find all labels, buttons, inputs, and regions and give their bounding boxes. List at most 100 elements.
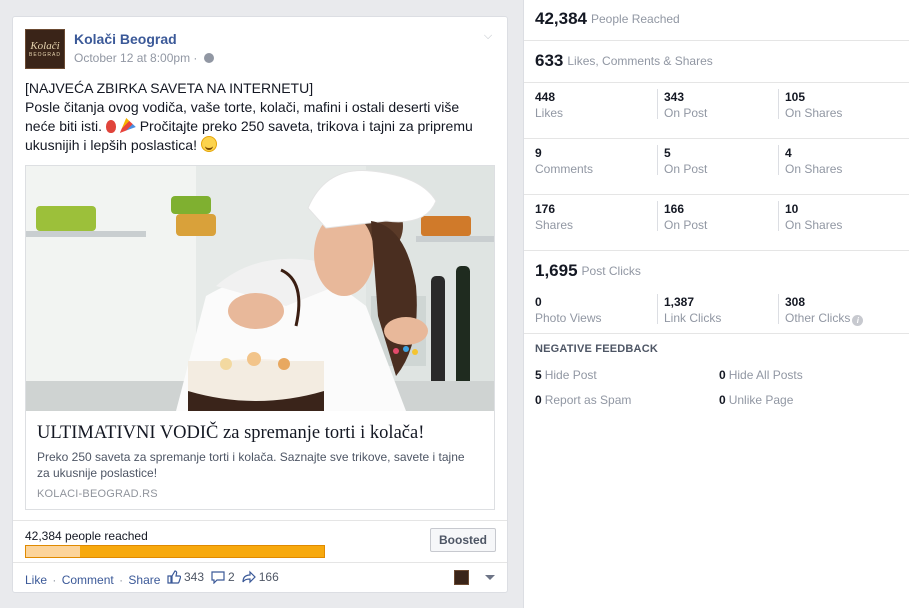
likes-count[interactable]: 343	[184, 570, 204, 584]
link-description: Preko 250 saveta za spremanje torti i ko…	[37, 450, 465, 480]
comments-count[interactable]: 2	[228, 570, 235, 584]
feedback-label: Unlike Page	[728, 393, 794, 407]
negative-feedback-title: NEGATIVE FEEDBACK	[535, 343, 658, 355]
stat-label: On Shares	[785, 106, 843, 120]
page-name-link[interactable]: Kolači Beograd	[74, 31, 177, 47]
stat-number: 5	[664, 146, 671, 160]
feedback-label: Report as Spam	[544, 393, 632, 407]
clicks-label: Post Clicks	[581, 264, 641, 278]
stat-label: Photo Views	[535, 311, 602, 325]
party-popper-icon	[119, 118, 136, 133]
stat-label-text: Other Clicks	[785, 311, 851, 325]
message-fragment: Pročitajte preko 250 saveta, trikova i t…	[139, 118, 473, 134]
stat-number: 9	[535, 146, 542, 160]
engagement-counts: 343 2 166	[167, 570, 283, 584]
like-link[interactable]: Like	[25, 573, 47, 587]
stat-cell: 343 On Post	[657, 89, 708, 120]
timestamp-text: October 12 at 8:00pm	[74, 51, 191, 65]
globe-icon	[203, 53, 214, 63]
negative-feedback-item: 0 Report as Spam	[535, 393, 631, 407]
stat-number: 176	[535, 202, 556, 216]
separator: ·	[52, 573, 57, 587]
feedback-count: 0	[719, 393, 726, 407]
comment-icon[interactable]	[211, 570, 225, 584]
reach-progress-bar[interactable]	[25, 545, 325, 558]
post-card: Kolači BEOGRAD Kolači Beograd October 12…	[12, 16, 508, 593]
negative-feedback-item: 0 Hide All Posts	[719, 368, 803, 382]
feedback-count: 5	[535, 368, 542, 382]
clicks-breakdown-row: 0 Photo Views 1,387 Link Clicks 308 Other C…	[524, 280, 909, 334]
stat-number: 308	[785, 295, 806, 309]
stat-label: On Post	[664, 218, 708, 232]
negative-feedback-item: 5 Hide Post	[535, 368, 597, 382]
link-title[interactable]: ULTIMATIVNI VODIČ za spremanje torti i k…	[37, 423, 424, 444]
stat-number: 4	[785, 146, 792, 160]
reach-row: 42,384 people reached Boosted	[13, 520, 507, 562]
stat-number: 448	[535, 90, 556, 104]
stat-label: Other Clicks i	[785, 310, 864, 326]
feedback-count: 0	[535, 393, 542, 407]
reach-label: 42,384 people reached	[25, 529, 148, 543]
people-reached: 42,384 People Reached	[535, 9, 680, 29]
stat-number: 105	[785, 90, 806, 104]
stat-cell: 105 On Shares	[778, 89, 843, 120]
stat-cell: 9 Comments	[529, 145, 594, 176]
chevron-down-icon[interactable]: ⌵	[481, 29, 495, 43]
engagement-value: 633	[535, 51, 564, 70]
likes-breakdown-row: 448 Likes 343 On Post 105 On Shares	[524, 83, 909, 139]
engagement-label: Likes, Comments & Shares	[567, 54, 713, 68]
engagement-section: 633 Likes, Comments & Shares	[524, 41, 909, 83]
caret-down-icon[interactable]	[485, 575, 495, 580]
info-icon[interactable]: i	[852, 315, 864, 326]
stat-number: 0	[535, 295, 542, 309]
message-line: Posle čitanja ovog vodiča, vaše torte, k…	[25, 99, 460, 115]
feedback-count: 0	[719, 368, 726, 382]
balloon-icon	[105, 120, 116, 133]
stat-cell: 4 On Shares	[778, 145, 842, 176]
stat-cell: 308 Other Clicks i	[778, 294, 864, 326]
link-preview-image[interactable]	[26, 166, 494, 411]
page-avatar[interactable]: Kolači BEOGRAD	[25, 29, 65, 69]
message-line: neće biti isti. Pročitajte preko 250 sav…	[25, 117, 495, 136]
post-as-avatar[interactable]	[454, 570, 469, 585]
post-timestamp[interactable]: October 12 at 8:00pm ·	[74, 51, 214, 65]
stat-label: On Shares	[785, 218, 843, 232]
stat-label: Shares	[535, 218, 574, 232]
message-line: [NAJVEĆA ZBIRKA SAVETA NA INTERNETU]	[25, 80, 314, 96]
stat-cell: 5 On Post	[657, 145, 707, 176]
post-message: [NAJVEĆA ZBIRKA SAVETA NA INTERNETU] Pos…	[25, 79, 495, 155]
reached-value: 42,384	[535, 9, 587, 28]
shares-count[interactable]: 166	[259, 570, 279, 584]
thumbs-up-icon[interactable]	[167, 570, 181, 584]
stat-cell: 166 On Post	[657, 201, 708, 232]
chef-photo-illustration	[26, 166, 494, 411]
clicks-value: 1,695	[535, 261, 578, 280]
feedback-label: Hide Post	[544, 368, 597, 382]
reached-label: People Reached	[591, 12, 680, 26]
reached-section: 42,384 People Reached	[524, 0, 909, 41]
message-line: ukusnijih i lepših poslastica!	[25, 136, 495, 155]
link-domain: KOLACI-BEOGRAD.RS	[37, 488, 158, 500]
post-clicks-total: 1,695 Post Clicks	[535, 261, 641, 281]
logo-text: Kolači	[30, 39, 60, 52]
shares-breakdown-row: 176 Shares 166 On Post 10 On Shares	[524, 195, 909, 251]
smile-icon	[200, 136, 217, 152]
stat-label: On Post	[664, 106, 708, 120]
stat-number: 166	[664, 202, 685, 216]
separator: ·	[119, 573, 124, 587]
stat-number: 10	[785, 202, 799, 216]
post-insights-panel: 42,384 People Reached 633 Likes, Comments …	[523, 0, 909, 608]
share-icon[interactable]	[242, 570, 256, 584]
comment-link[interactable]: Comment	[62, 573, 114, 587]
post-header: Kolači BEOGRAD Kolači Beograd October 12…	[25, 29, 495, 69]
stat-cell: 448 Likes	[529, 89, 563, 120]
comments-breakdown-row: 9 Comments 5 On Post 4 On Shares	[524, 139, 909, 195]
stat-label: Link Clicks	[664, 311, 722, 325]
action-bar: Like · Comment · Share 343 2 166	[13, 562, 507, 593]
organic-reach-segment	[26, 546, 80, 557]
stat-cell: 1,387 Link Clicks	[657, 294, 722, 325]
link-preview-card[interactable]: ULTIMATIVNI VODIČ za spremanje torti i k…	[25, 165, 495, 510]
share-link[interactable]: Share	[128, 573, 160, 587]
boosted-button[interactable]: Boosted	[430, 528, 496, 552]
stat-label: Comments	[535, 162, 594, 176]
